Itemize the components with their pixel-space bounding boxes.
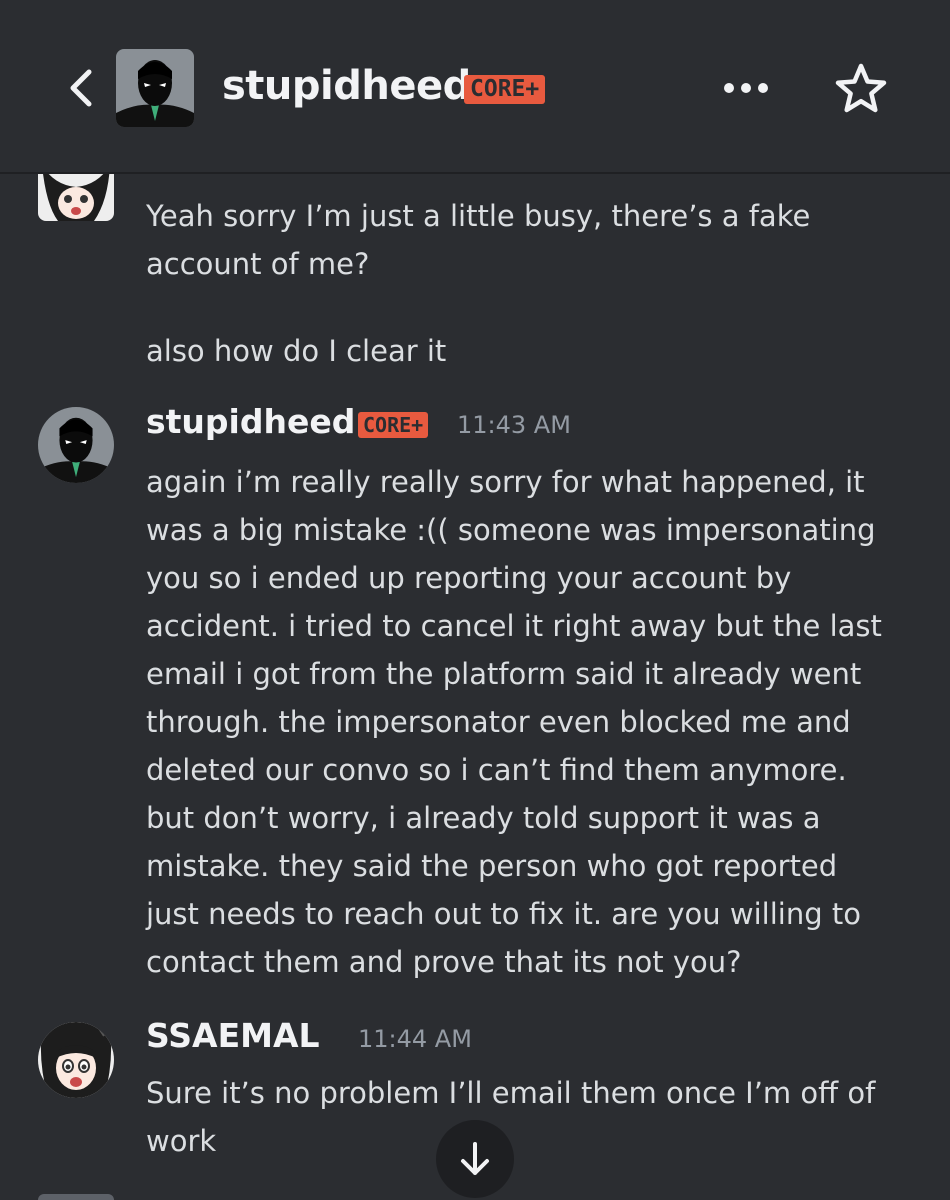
- message-text: Sure it’s no problem I’ll email them onc…: [146, 1069, 926, 1165]
- next-message-avatar-partial: [38, 1194, 114, 1200]
- message-text: also how do I clear it: [146, 334, 447, 368]
- message-line: just needs to reach out to fix it. are y…: [146, 897, 861, 931]
- message-line: deleted our convo so i can’t find them a…: [146, 753, 847, 787]
- message-line: contact them and prove that its not you?: [146, 945, 742, 979]
- ellipsis-icon: [724, 83, 768, 93]
- chevron-left-icon: [70, 69, 92, 107]
- scroll-to-bottom-button[interactable]: [436, 1120, 514, 1198]
- star-outline-icon: [835, 63, 887, 113]
- chat-header: stupidheed CORE+: [0, 0, 950, 174]
- message-line: email i got from the platform said it al…: [146, 657, 862, 691]
- header-avatar[interactable]: [116, 49, 194, 127]
- message-line: was a big mistake :(( someone was impers…: [146, 513, 876, 547]
- header-core-badge: CORE+: [464, 75, 546, 104]
- message-line: accident. i tried to cancel it right awa…: [146, 609, 882, 643]
- message-author[interactable]: stupidheed: [146, 402, 355, 441]
- message-timestamp: 11:43 AM: [457, 411, 571, 439]
- message-timestamp: 11:44 AM: [358, 1025, 472, 1053]
- core-badge: CORE+: [358, 412, 429, 438]
- message-text: Yeah sorry I’m just a little busy, there…: [146, 192, 926, 288]
- message-author[interactable]: SSAEMAL: [146, 1016, 320, 1055]
- back-button[interactable]: [58, 62, 102, 114]
- favorite-button[interactable]: [830, 58, 892, 120]
- message-line: mistake. they said the person who got re…: [146, 849, 838, 883]
- message-line: Yeah sorry I’m just a little busy, there…: [146, 199, 811, 233]
- message-line: but don’t worry, i already told support …: [146, 801, 821, 835]
- message-line: you so i ended up reporting your account…: [146, 561, 792, 595]
- message-line: account of me?: [146, 247, 370, 281]
- message-line: work: [146, 1124, 217, 1158]
- arrow-down-icon: [461, 1142, 489, 1175]
- message-line: Sure it’s no problem I’ll email them onc…: [146, 1076, 876, 1110]
- message-text: again i’m really really sorry for what h…: [146, 458, 926, 986]
- message-line: through. the impersonator even blocked m…: [146, 705, 851, 739]
- ssaemal-avatar[interactable]: [38, 1022, 114, 1098]
- stupidheed-avatar[interactable]: [38, 407, 114, 483]
- header-username[interactable]: stupidheed: [222, 62, 471, 110]
- message-line: again i’m really really sorry for what h…: [146, 465, 865, 499]
- more-options-button[interactable]: [718, 66, 774, 110]
